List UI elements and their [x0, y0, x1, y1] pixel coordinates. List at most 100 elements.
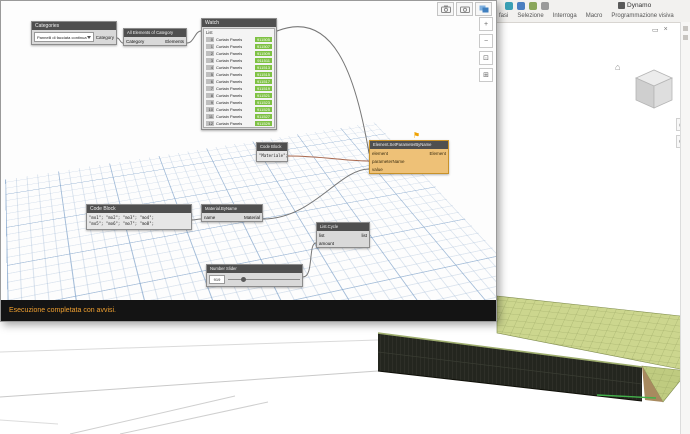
row-index: 9: [206, 100, 214, 105]
ribbon-panel-row: fasi Selezione Interroga Macro Programma…: [499, 13, 674, 19]
row-label: Curtain Panels: [216, 86, 243, 91]
row-label: Curtain Panels: [216, 37, 243, 42]
port-in-list[interactable]: list: [319, 233, 325, 238]
node-code-block-parameter[interactable]: Code Block "Materiale";: [256, 142, 288, 162]
site-line: [0, 419, 59, 425]
port-in-value[interactable]: value: [372, 167, 383, 172]
wire-material-value[interactable]: [262, 168, 370, 220]
category-dropdown[interactable]: Pannelli di facciata continua: [34, 32, 94, 42]
camera-export-icon[interactable]: [456, 2, 473, 16]
node-header[interactable]: Code Block: [87, 205, 191, 213]
code-block-text[interactable]: "Materiale";: [257, 151, 287, 161]
row-index: 10: [206, 107, 214, 112]
port-out-element[interactable]: Element: [429, 151, 446, 156]
wire-allelements-watch[interactable]: [186, 30, 202, 44]
list-label: List: [206, 30, 213, 35]
site-line: [0, 370, 379, 398]
viewcube[interactable]: [626, 66, 676, 116]
code-block-text[interactable]: "mo1"; "mo2"; "mo3"; "mo4"; "mo5"; "mo6"…: [87, 213, 191, 229]
node-header[interactable]: Watch: [202, 19, 276, 27]
slider-track[interactable]: [228, 277, 300, 282]
zoom-in-button[interactable]: +: [479, 17, 493, 31]
row-index: 7: [206, 86, 214, 91]
node-list-cycle[interactable]: List.Cycle list list amount: [316, 222, 370, 248]
port-in-category[interactable]: Category: [126, 39, 144, 44]
row-label: Curtain Panels: [216, 114, 243, 119]
warning-flag-icon[interactable]: ⚑: [413, 132, 420, 140]
ribbon-icon[interactable]: [517, 2, 525, 10]
pan-button[interactable]: ⊞: [479, 68, 493, 82]
code-line: "mo5"; "mo6"; "mo7"; "mo8";: [89, 221, 155, 226]
node-element-setparameterbyname[interactable]: ⚑ Element.SetParameterByName element Ele…: [369, 132, 449, 174]
port-out-list[interactable]: list: [362, 233, 368, 238]
node-watch[interactable]: Watch List 0 Curtain Panels 911505 1 Cur…: [201, 18, 277, 130]
dynamo-statusbar: Esecuzione completata con avvisi.: [1, 300, 496, 321]
ribbon-icon[interactable]: [529, 2, 537, 10]
wire-codeblock-parametername[interactable]: [287, 155, 370, 162]
ribbon-panel-label: Selezione: [517, 13, 544, 19]
restore-icon[interactable]: ▭: [652, 26, 659, 34]
port-out-material[interactable]: Material: [244, 215, 260, 220]
slider-value[interactable]: 919: [209, 275, 225, 284]
node-number-slider[interactable]: Number Slider 919: [206, 264, 303, 287]
wire-codeblock-material[interactable]: [191, 218, 202, 221]
camera-icon[interactable]: [437, 2, 454, 16]
port-in-amount[interactable]: amount: [319, 241, 334, 246]
zoom-out-button[interactable]: −: [479, 34, 493, 48]
slider-handle[interactable]: [240, 277, 246, 282]
port-in-parametername[interactable]: parameterName: [372, 159, 405, 164]
node-header[interactable]: Categories: [32, 22, 116, 30]
status-text: Esecuzione completata con avvisi.: [9, 307, 116, 314]
ribbon-panel-label: Interroga: [552, 13, 577, 19]
node-header[interactable]: Code Block: [257, 143, 287, 151]
row-value: 911525: [254, 107, 272, 112]
watch-list[interactable]: List 0 Curtain Panels 911505 1 Curtain P…: [203, 28, 275, 128]
node-header[interactable]: List.Cycle: [317, 223, 369, 231]
port-out-elements[interactable]: Elements: [165, 39, 184, 44]
port-out-category[interactable]: Category: [96, 35, 114, 40]
node-header[interactable]: Element.SetParameterByName: [370, 141, 448, 149]
ribbon-icon[interactable]: [541, 2, 549, 10]
dynamo-ribbon-label: Dynamo: [627, 2, 652, 9]
watch-row: 7 Curtain Panels 911519: [204, 85, 274, 92]
geometry-view-icon[interactable]: [475, 2, 492, 16]
dynamo-ribbon-button[interactable]: Dynamo: [618, 2, 651, 9]
row-index: 11: [206, 114, 214, 119]
node-code-block-names[interactable]: Code Block "mo1"; "mo2"; "mo3"; "mo4"; "…: [86, 204, 192, 230]
ribbon-panel-label: Macro: [585, 13, 603, 19]
node-material-byname[interactable]: Material.ByName name Material: [201, 204, 263, 222]
panel-icon[interactable]: [683, 26, 688, 31]
node-header[interactable]: All Elements of Category: [124, 29, 186, 37]
row-value: 911511: [255, 58, 272, 63]
row-label: Curtain Panels: [216, 65, 243, 70]
ribbon-icon[interactable]: [505, 2, 513, 10]
node-all-elements-of-category[interactable]: All Elements of Category Category Elemen…: [123, 28, 187, 46]
row-label: Curtain Panels: [216, 44, 243, 49]
viewcube-home-icon[interactable]: ⌂: [615, 62, 620, 72]
dynamo-icon: [618, 2, 625, 9]
row-index: 1: [206, 44, 214, 49]
row-value: 911519: [254, 86, 272, 91]
panel-icon[interactable]: [683, 35, 688, 40]
node-header[interactable]: Number Slider: [207, 265, 302, 273]
node-categories[interactable]: Categories Pannelli di facciata continua…: [31, 21, 117, 45]
row-index: 0: [206, 37, 214, 42]
wire-slider-listcycle[interactable]: [302, 242, 317, 278]
row-value: 911517: [254, 79, 272, 84]
node-header[interactable]: Material.ByName: [202, 205, 262, 213]
zoom-fit-button[interactable]: ⊡: [479, 51, 493, 65]
row-value: 911515: [254, 72, 272, 77]
side-panel-edge: [680, 22, 690, 434]
port-in-element[interactable]: element: [372, 151, 388, 156]
row-label: Curtain Panels: [216, 58, 243, 63]
row-label: Curtain Panels: [216, 79, 243, 84]
dynamo-canvas[interactable]: Categories Pannelli di facciata continua…: [1, 1, 496, 300]
canvas-controls: + − ⊡ ⊞: [479, 17, 493, 82]
row-index: 2: [206, 51, 214, 56]
port-in-name[interactable]: name: [204, 215, 215, 220]
row-value: 911527: [254, 114, 272, 119]
watch-row: 8 Curtain Panels 911521: [204, 92, 274, 99]
row-index: 5: [206, 72, 214, 77]
close-icon[interactable]: ×: [664, 26, 668, 34]
wire-watch-element[interactable]: [276, 26, 370, 154]
